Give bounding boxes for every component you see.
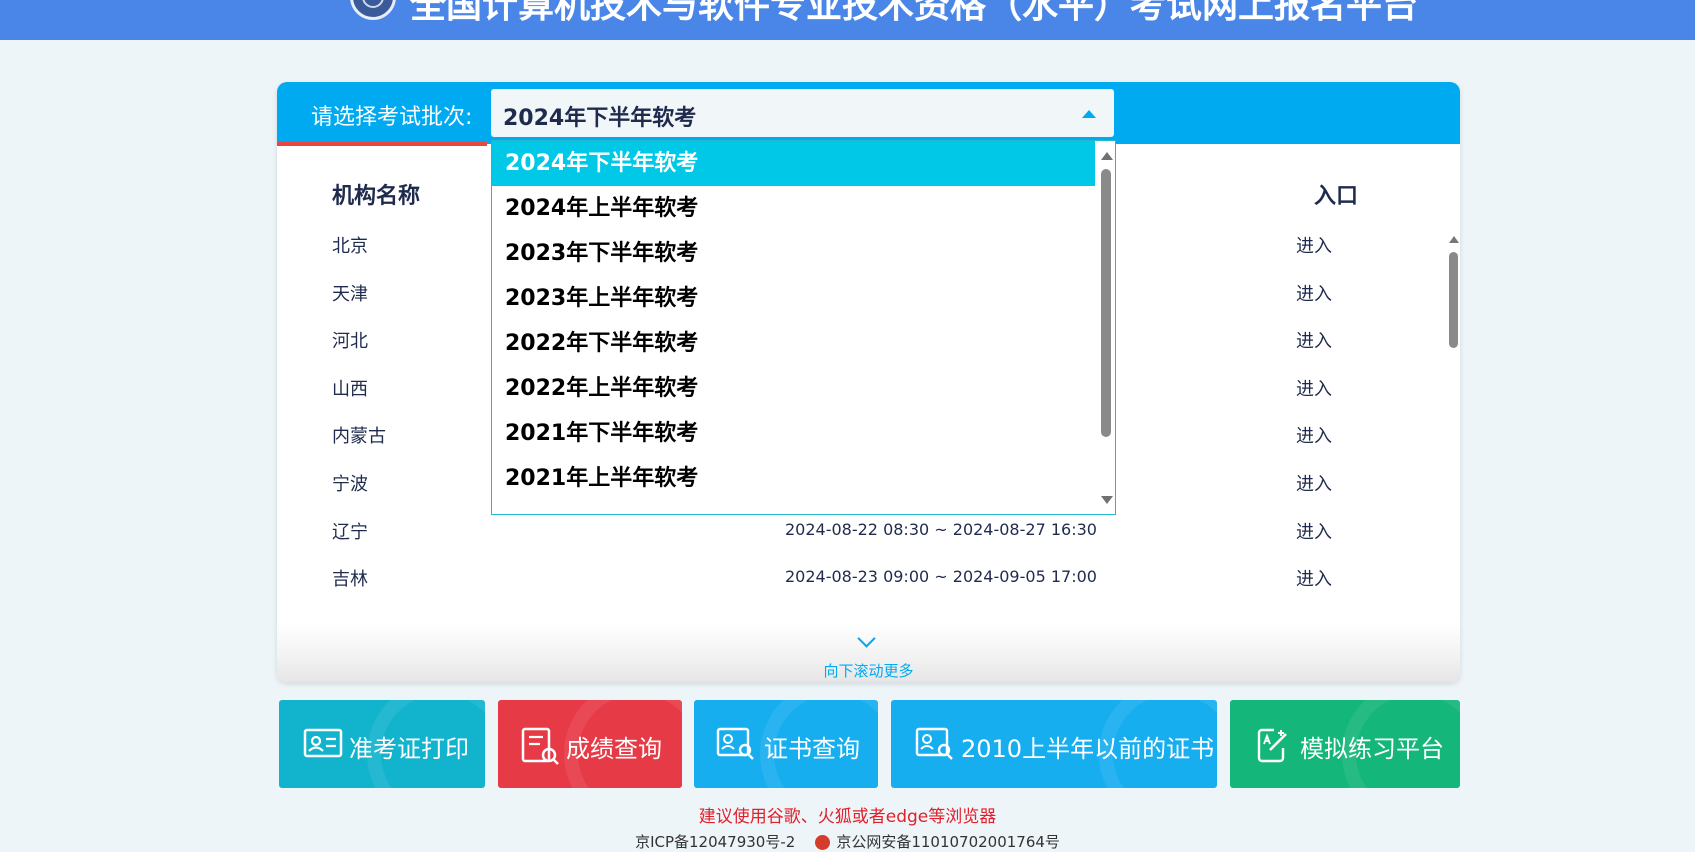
dropdown-option[interactable]: 2022年下半年软考 [492, 321, 1095, 366]
scroll-more-hint: 向下滚动更多 [823, 662, 914, 680]
batch-select[interactable]: 2024年下半年软考 [491, 89, 1114, 137]
enter-link[interactable]: 进入 [1296, 422, 1332, 448]
score-query-button[interactable]: 成绩查询 [498, 700, 682, 788]
button-label: 2010上半年以前的证书 [961, 735, 1215, 763]
score-search-icon [521, 727, 559, 765]
police-badge-icon [815, 835, 831, 850]
police-record-link[interactable]: 京公网安备11010702001764号 [836, 833, 1060, 851]
button-label: 证书查询 [764, 735, 860, 763]
table-row: 吉林 2024-08-23 09:00 ~ 2024-09-05 17:00 进… [277, 557, 1447, 597]
enter-link[interactable]: 进入 [1296, 518, 1332, 544]
scroll-down-icon[interactable] [1101, 496, 1113, 504]
browser-recommendation: 建议使用谷歌、火狐或者edge等浏览器 [698, 807, 997, 827]
mock-practice-button[interactable]: 模拟练习平台 [1230, 700, 1460, 788]
org-name: 辽宁 [332, 522, 368, 543]
org-name: 河北 [332, 331, 368, 352]
dropdown-option[interactable]: 2023年下半年软考 [492, 231, 1095, 276]
site-logo-icon [350, 0, 396, 20]
scroll-up-icon[interactable] [1449, 236, 1459, 243]
registration-time: 2024-08-23 09:00 ~ 2024-09-05 17:00 [785, 567, 1097, 586]
pre-2010-certificate-button[interactable]: 2010上半年以前的证书 [891, 700, 1217, 788]
top-header: 全国计算机技术与软件专业技术资格（水平）考试网上报名平台 [0, 0, 1695, 40]
enter-link[interactable]: 进入 [1296, 565, 1332, 591]
table-row: 辽宁 2024-08-22 08:30 ~ 2024-08-27 16:30 进… [277, 510, 1447, 550]
practice-edit-icon [1257, 728, 1287, 763]
icp-record-link[interactable]: 京ICP备12047930号-2 [635, 833, 795, 851]
batch-select-value: 2024年下半年软考 [503, 106, 697, 131]
scroll-thumb[interactable] [1101, 169, 1111, 437]
org-name: 内蒙古 [332, 426, 386, 447]
table-scrollbar[interactable] [1447, 236, 1460, 646]
scroll-thumb[interactable] [1449, 252, 1458, 348]
caret-up-icon[interactable] [1082, 110, 1096, 118]
dropdown-option-selected[interactable]: 2024年下半年软考 [492, 141, 1095, 186]
dropdown-option[interactable]: 2021年上半年软考 [492, 456, 1095, 501]
site-title: 全国计算机技术与软件专业技术资格（水平）考试网上报名平台 [410, 0, 1419, 26]
org-name: 吉林 [332, 569, 368, 590]
batch-select-label: 请选择考试批次: [311, 105, 473, 130]
batch-dropdown-list: 2024年下半年软考 2024年上半年软考 2023年下半年软考 2023年上半… [491, 140, 1116, 515]
certificate-search-icon [915, 727, 953, 760]
certificate-search-icon [716, 727, 754, 760]
panel-header: 请选择考试批次: 2024年下半年软考 [277, 82, 1460, 146]
enter-link[interactable]: 进入 [1296, 375, 1332, 401]
dropdown-option[interactable]: 2024年上半年软考 [492, 186, 1095, 231]
enter-link[interactable]: 进入 [1296, 232, 1332, 258]
scroll-up-icon[interactable] [1101, 152, 1113, 160]
org-name: 山西 [332, 379, 368, 400]
enter-link[interactable]: 进入 [1296, 327, 1332, 353]
dropdown-option[interactable]: 2023年上半年软考 [492, 276, 1095, 321]
id-card-icon [303, 728, 343, 758]
footer-records: 京ICP备12047930号-2 京公网安备11010702001764号 [0, 831, 1695, 852]
admission-ticket-print-button[interactable]: 准考证打印 [279, 700, 485, 788]
button-label: 成绩查询 [566, 735, 662, 763]
header-accent [277, 142, 487, 146]
registration-time: 2024-08-22 08:30 ~ 2024-08-27 16:30 [785, 520, 1097, 539]
dropdown-option[interactable]: 2021年下半年软考 [492, 411, 1095, 456]
column-header-entry: 入口 [1314, 184, 1359, 209]
certificate-query-button[interactable]: 证书查询 [694, 700, 878, 788]
org-name: 天津 [332, 284, 368, 305]
org-name: 北京 [332, 236, 368, 257]
button-label: 准考证打印 [349, 735, 469, 763]
button-label: 模拟练习平台 [1300, 735, 1444, 763]
column-header-org: 机构名称 [332, 184, 421, 209]
enter-link[interactable]: 进入 [1296, 470, 1332, 496]
dropdown-option[interactable]: 2022年上半年软考 [492, 366, 1095, 411]
org-name: 宁波 [332, 474, 368, 495]
dropdown-scrollbar[interactable] [1097, 141, 1115, 514]
enter-link[interactable]: 进入 [1296, 280, 1332, 306]
